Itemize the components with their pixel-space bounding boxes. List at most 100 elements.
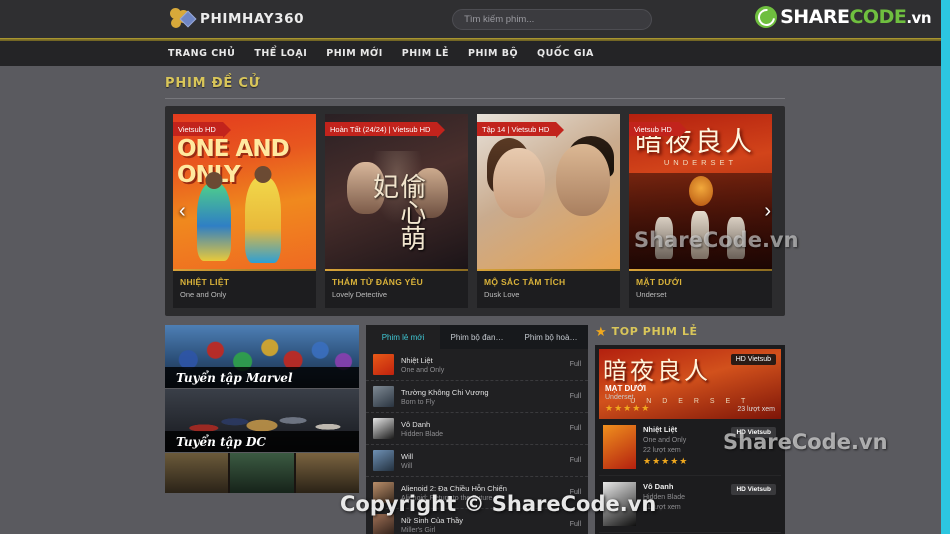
page-root: PHIMHAY360 SHARECODE.vn TRANG CHỦ THỂ LO… xyxy=(0,0,950,534)
nav-item-the-loai[interactable]: THỂ LOẠI xyxy=(254,48,307,59)
list-item[interactable]: Vô Danh Hidden Blade Full xyxy=(366,413,588,445)
status-badge: Tập 14 | Vietsub HD xyxy=(477,122,565,138)
nav-item-phim-le[interactable]: PHIM LẺ xyxy=(402,48,449,59)
list-item[interactable]: Nữ Sinh Của Thầy Miller's Girl Full xyxy=(366,509,588,534)
hero-quality-badge: HD Vietsub xyxy=(730,354,776,365)
top-movies-column: ★ TOP PHIM LẺ 暗夜良人 U N D E R S E T HD Vi… xyxy=(595,325,785,534)
page-title: PHIM ĐỀ CỬ xyxy=(165,76,261,91)
tab-phim-le-moi[interactable]: Phim lẻ mới xyxy=(366,325,440,349)
featured-poster: 偷心萌妃 Hoàn Tất (24/24) | Vietsub HD xyxy=(325,114,468,269)
list-item-status: Full xyxy=(569,393,581,400)
poster-hanzi: 偷心萌妃 xyxy=(368,172,426,251)
sharecode-share-text: SHARE xyxy=(780,6,850,28)
top-item-thumbnail xyxy=(603,482,636,526)
list-item-title: Nữ Sinh Của Thầy xyxy=(401,515,463,525)
featured-title: MỘ SẮC TÂM TÍCH xyxy=(484,277,566,287)
brand-name: PHIMHAY360 xyxy=(200,11,305,27)
search-input[interactable] xyxy=(452,8,653,30)
list-item-title: Trường Không Chi Vương xyxy=(401,387,489,397)
nav-item-phim-bo[interactable]: PHIM BỘ xyxy=(468,48,518,59)
list-item-title: Vô Danh xyxy=(401,419,431,429)
main-navigation: TRANG CHỦ THỂ LOẠI PHIM MỚI PHIM LẺ PHIM… xyxy=(0,41,941,66)
main-content: PHIM ĐỀ CỬ ‹ › Vietsub HD NHIỆT LIỆT One… xyxy=(165,66,785,534)
top-hero-item[interactable]: 暗夜良人 U N D E R S E T HD Vietsub MẠT DƯỚI… xyxy=(599,349,781,419)
brand-logo[interactable]: PHIMHAY360 xyxy=(168,7,304,31)
status-badge: Vietsub HD xyxy=(629,122,687,138)
sharecode-vn-text: .vn xyxy=(906,9,931,27)
nav-item-quoc-gia[interactable]: QUỐC GIA xyxy=(537,48,594,59)
top-item-rating-stars: ★★★★★ xyxy=(643,456,689,466)
featured-carousel: ‹ › Vietsub HD NHIỆT LIỆT One and Only 偷 xyxy=(165,106,785,316)
list-item-subtitle: Born to Fly xyxy=(401,398,435,406)
featured-card[interactable]: Tập 14 | Vietsub HD MỘ SẮC TÂM TÍCH Dusk… xyxy=(477,114,620,308)
nav-item-phim-moi[interactable]: PHIM MỚI xyxy=(326,48,383,59)
list-item[interactable]: Nhiệt Liệt One and Only Full xyxy=(366,349,588,381)
list-item-thumbnail xyxy=(373,418,394,439)
list-item-title: Will xyxy=(401,451,414,461)
list-item-subtitle: Alienoid: Return to the Future xyxy=(401,494,493,502)
site-header: PHIMHAY360 SHARECODE.vn xyxy=(0,0,941,38)
top-movies-title: TOP PHIM LẺ xyxy=(611,325,698,338)
top-movies-panel: 暗夜良人 U N D E R S E T HD Vietsub MẠT DƯỚI… xyxy=(595,345,785,534)
top-list-item[interactable]: Nhiệt Liệt One and Only 22 lượt xem ★★★★… xyxy=(599,419,781,476)
film-reel-icon xyxy=(168,7,198,31)
lower-section: Tuyển tập Marvel Tuyển tập DC Phim lẻ mớ… xyxy=(165,325,785,534)
list-item[interactable]: Alienoid 2: Đa Chiều Hỗn Chiến Alienoid:… xyxy=(366,477,588,509)
collection-label: Tuyển tập DC xyxy=(176,434,266,449)
featured-card[interactable]: Vietsub HD NHIỆT LIỆT One and Only xyxy=(173,114,316,308)
top-item-thumbnail xyxy=(603,425,636,469)
list-item-title: Alienoid 2: Đa Chiều Hỗn Chiến xyxy=(401,483,507,493)
list-item-subtitle: Will xyxy=(401,462,413,470)
list-item-status: Full xyxy=(569,457,581,464)
hero-view-count: 23 lượt xem xyxy=(737,406,775,413)
list-item[interactable]: Will Will Full xyxy=(366,445,588,477)
list-item-status: Full xyxy=(569,361,581,368)
movie-list-panel: Phim lẻ mới Phim bộ đan… Phim bộ hoà… Nh… xyxy=(366,325,588,534)
sharecode-logo: SHARECODE.vn xyxy=(755,6,931,28)
featured-title: NHIỆT LIỆT xyxy=(180,277,230,287)
hero-rating-stars: ★★★★★ xyxy=(605,403,651,413)
list-item-subtitle: Hidden Blade xyxy=(401,430,444,438)
collection-label: Tuyển tập Marvel xyxy=(176,370,293,385)
top-item-view-count: 22 lượt xem xyxy=(643,447,681,454)
featured-subtitle: Lovely Detective xyxy=(332,290,388,299)
poster-latin-title: UNDERSET xyxy=(663,158,738,167)
collection-marvel[interactable]: Tuyển tập Marvel xyxy=(165,325,359,388)
nav-item-trang-chu[interactable]: TRANG CHỦ xyxy=(168,48,235,59)
list-item-title: Nhiệt Liệt xyxy=(401,355,433,365)
top-item-quality-badge: HD Vietsub xyxy=(731,484,776,495)
top-list-item[interactable]: Vô Danh Hidden Blade 21 lượt xem HD Viet… xyxy=(599,476,781,533)
featured-subtitle: Dusk Love xyxy=(484,290,520,299)
right-edge-strip xyxy=(941,0,950,534)
featured-title: THÁM TỬ ĐÁNG YÊU xyxy=(332,277,424,287)
status-badge: Hoàn Tất (24/24) | Vietsub HD xyxy=(325,122,447,138)
featured-subtitle: Underset xyxy=(636,290,667,299)
tab-phim-bo-hoan-tat[interactable]: Phim bộ hoà… xyxy=(514,325,588,349)
list-item-thumbnail xyxy=(373,482,394,503)
top-item-subtitle: One and Only xyxy=(643,437,687,444)
status-badge: Vietsub HD xyxy=(173,122,231,138)
list-tabs: Phim lẻ mới Phim bộ đan… Phim bộ hoà… xyxy=(366,325,588,349)
search-container xyxy=(452,8,653,30)
list-item-thumbnail xyxy=(373,386,394,407)
chevron-left-icon[interactable]: ‹ xyxy=(179,201,186,221)
collection-lotr[interactable] xyxy=(165,453,359,493)
list-item-subtitle: Miller's Girl xyxy=(401,526,436,534)
featured-card[interactable]: 偷心萌妃 Hoàn Tất (24/24) | Vietsub HD THÁM … xyxy=(325,114,468,308)
list-item-thumbnail xyxy=(373,514,394,534)
top-item-subtitle: Hidden Blade xyxy=(643,494,686,501)
title-divider xyxy=(165,98,785,99)
top-movies-header: ★ TOP PHIM LẺ xyxy=(595,325,785,338)
featured-poster: 暗夜良人 UNDERSET Vietsub HD xyxy=(629,114,772,269)
list-item-thumbnail xyxy=(373,450,394,471)
top-item-view-count: 21 lượt xem xyxy=(643,504,681,511)
hero-hanzi: 暗夜良人 xyxy=(603,357,711,385)
hero-title: MẠT DƯỚI xyxy=(605,384,647,393)
list-item[interactable]: Trường Không Chi Vương Born to Fly Full xyxy=(366,381,588,413)
collections-column: Tuyển tập Marvel Tuyển tập DC xyxy=(165,325,359,534)
featured-card[interactable]: 暗夜良人 UNDERSET Vietsub HD MẶT DƯỚI Unders… xyxy=(629,114,772,308)
list-item-status: Full xyxy=(569,425,581,432)
collection-dc[interactable]: Tuyển tập DC xyxy=(165,389,359,452)
tab-phim-bo-dang-chieu[interactable]: Phim bộ đan… xyxy=(440,325,514,349)
chevron-right-icon[interactable]: › xyxy=(764,201,771,221)
